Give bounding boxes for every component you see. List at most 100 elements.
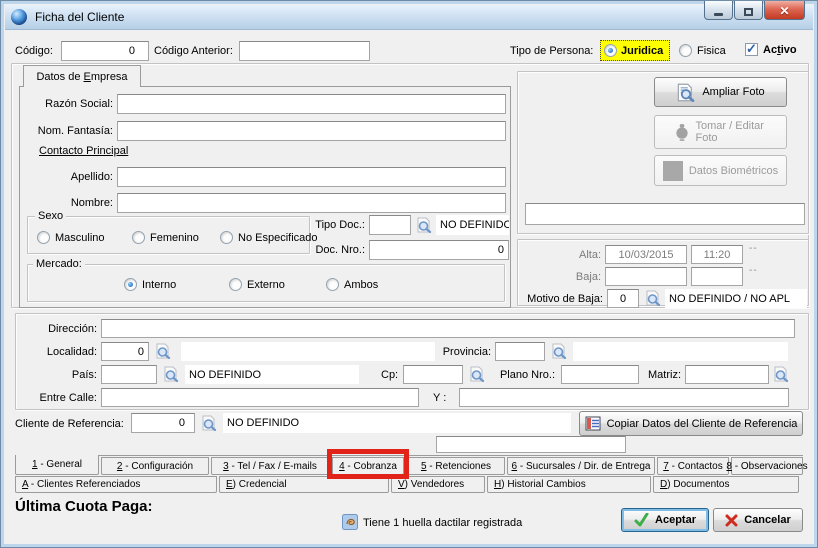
- baja-label: Baja:: [521, 271, 601, 283]
- radio-masculino[interactable]: Masculino: [37, 231, 105, 244]
- radio-ambos[interactable]: Ambos: [326, 278, 378, 291]
- codigo-label: Código:: [15, 45, 53, 57]
- aceptar-button[interactable]: Aceptar: [621, 508, 709, 532]
- tipo-persona-label: Tipo de Persona:: [510, 45, 593, 57]
- ficha-del-cliente-window: Ficha del Cliente ✕ Código: 0 Código Ant…: [0, 0, 818, 548]
- motivo-baja-desc: NO DEFINIDO / NO APL: [665, 289, 807, 308]
- window-title: Ficha del Cliente: [35, 10, 124, 24]
- tab-tel-fax-emails[interactable]: 3 - Tel / Fax / E-mails: [211, 457, 329, 475]
- pais-field[interactable]: [101, 365, 157, 384]
- codigo-field[interactable]: 0: [61, 41, 149, 61]
- ultima-cuota-label: Última Cuota Paga:: [15, 498, 153, 515]
- cliente-referencia-field[interactable]: 0: [131, 413, 195, 433]
- direccion-field[interactable]: [101, 319, 795, 338]
- tab-documentos[interactable]: D) Documentos: [653, 476, 799, 493]
- localidad-lookup-magnifier-icon[interactable]: [155, 343, 172, 359]
- mercado-group-label: Mercado:: [33, 258, 85, 270]
- tab-clientes-referenciados[interactable]: A - Clientes Referenciados: [15, 476, 217, 493]
- referencia-extra-field[interactable]: [436, 436, 626, 453]
- tipo-doc-label: Tipo Doc.:: [307, 219, 365, 231]
- baja-fecha-field[interactable]: [605, 267, 687, 286]
- tab-contactos[interactable]: 7 - Contactos: [657, 457, 729, 475]
- foto-caption-field[interactable]: [525, 203, 805, 225]
- provincia-field[interactable]: [495, 342, 545, 361]
- motivo-baja-field[interactable]: 0: [607, 289, 639, 308]
- matriz-field[interactable]: [685, 365, 769, 384]
- radio-externo[interactable]: Externo: [229, 278, 285, 291]
- doc-nro-label: Doc. Nro.:: [307, 244, 365, 256]
- alta-calendar-mark: --: [749, 243, 758, 254]
- direccion-label: Dirección:: [21, 323, 97, 335]
- tab-sucursales[interactable]: 6 - Sucursales / Dir. de Entrega: [507, 457, 655, 475]
- nom-fantasia-label: Nom. Fantasía:: [23, 125, 113, 137]
- tomar-editar-foto-label: Tomar / Editar Foto: [696, 120, 768, 144]
- fingerprint-icon: [342, 514, 358, 530]
- provincia-desc: [573, 342, 788, 361]
- cliente-referencia-label: Cliente de Referencia:: [15, 418, 124, 430]
- tab-general[interactable]: 1 - General: [15, 455, 99, 475]
- radio-juridica[interactable]: Juridica: [600, 40, 670, 61]
- motivo-baja-label: Motivo de Baja:: [517, 293, 603, 305]
- close-button[interactable]: ✕: [764, 1, 805, 20]
- x-icon: [725, 514, 738, 527]
- localidad-desc: [181, 342, 435, 361]
- cp-field[interactable]: [403, 365, 463, 384]
- pais-label: País:: [21, 369, 97, 381]
- y-field[interactable]: [459, 388, 789, 407]
- doc-nro-field[interactable]: 0: [369, 240, 509, 260]
- cliente-referencia-lookup-magnifier-icon[interactable]: [201, 415, 218, 431]
- copiar-datos-button[interactable]: Copiar Datos del Cliente de Referencia: [579, 411, 803, 436]
- maximize-button[interactable]: [734, 1, 763, 20]
- document-magnifier-icon: [676, 83, 696, 102]
- radio-femenino[interactable]: Femenino: [132, 231, 199, 244]
- provincia-lookup-magnifier-icon[interactable]: [551, 343, 568, 359]
- alta-fecha-field: 10/03/2015: [605, 245, 687, 264]
- aceptar-label: Aceptar: [655, 514, 696, 526]
- plano-nro-label: Plano Nro.:: [493, 369, 555, 381]
- tabstrip-line: [15, 455, 803, 456]
- motivo-baja-lookup-magnifier-icon[interactable]: [645, 290, 662, 306]
- tab-retenciones[interactable]: 5 - Retenciones: [407, 457, 505, 475]
- tab-configuracion[interactable]: 2 - Configuración: [101, 457, 209, 475]
- ampliar-foto-button[interactable]: Ampliar Foto: [654, 77, 787, 107]
- datos-de-empresa-label: Datos de Empresa: [36, 71, 127, 83]
- activo-checkbox[interactable]: Activo: [745, 43, 797, 56]
- datos-biometricos-label: Datos Biométricos: [689, 165, 778, 177]
- check-icon: [634, 513, 649, 527]
- baja-hora-field[interactable]: [691, 267, 743, 286]
- tomar-editar-foto-button[interactable]: Tomar / Editar Foto: [654, 115, 787, 149]
- ampliar-foto-label: Ampliar Foto: [702, 86, 764, 98]
- radio-fisica[interactable]: Fisica: [679, 44, 726, 57]
- codigo-anterior-field[interactable]: [239, 41, 370, 61]
- cancelar-button[interactable]: Cancelar: [713, 508, 803, 532]
- datos-biometricos-button[interactable]: Datos Biométricos: [654, 155, 787, 186]
- apellido-field[interactable]: [117, 167, 506, 187]
- nom-fantasia-field[interactable]: [117, 121, 506, 141]
- radio-interno[interactable]: Interno: [124, 278, 176, 291]
- nombre-field[interactable]: [117, 193, 506, 213]
- minimize-button[interactable]: [704, 1, 733, 20]
- tab-observaciones[interactable]: 8 - Observaciones: [731, 457, 803, 475]
- no-especificado-label: No Especificado: [238, 232, 318, 244]
- entre-calle-field[interactable]: [101, 388, 419, 407]
- interno-radio-icon: [124, 278, 137, 291]
- tipo-doc-lookup-magnifier-icon[interactable]: [416, 217, 433, 233]
- tab-historial-cambios[interactable]: H) Historial Cambios: [487, 476, 651, 493]
- tab-datos-de-empresa[interactable]: Datos de Empresa: [23, 65, 141, 87]
- cancelar-label: Cancelar: [744, 514, 790, 526]
- alta-hora-field: 11:20: [691, 245, 743, 264]
- copy-grid-icon: [585, 416, 601, 431]
- no-especificado-radio-icon: [220, 231, 233, 244]
- juridica-label: Juridica: [621, 45, 663, 57]
- copiar-datos-label: Copiar Datos del Cliente de Referencia: [607, 418, 798, 430]
- cp-lookup-magnifier-icon[interactable]: [469, 366, 486, 382]
- tipo-doc-field[interactable]: [369, 215, 411, 235]
- plano-nro-field[interactable]: [561, 365, 639, 384]
- radio-no-especificado[interactable]: No Especificado: [220, 231, 318, 244]
- matriz-lookup-magnifier-icon[interactable]: [773, 366, 790, 382]
- localidad-field[interactable]: 0: [101, 342, 149, 361]
- razon-social-field[interactable]: [117, 94, 506, 114]
- externo-radio-icon: [229, 278, 242, 291]
- pais-lookup-magnifier-icon[interactable]: [163, 366, 180, 382]
- pais-desc: NO DEFINIDO: [185, 365, 359, 384]
